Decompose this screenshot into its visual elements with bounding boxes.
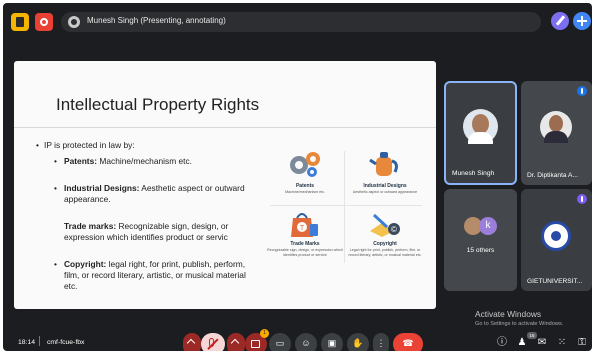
- activate-windows-subtitle: Go to Settings to activate Windows.: [475, 321, 564, 327]
- designs-card: Industrial Designs Aesthetic aspect or o…: [346, 147, 424, 203]
- emoji-button[interactable]: ☺: [295, 333, 317, 351]
- mic-toggle-button[interactable]: [201, 333, 225, 351]
- camera-toggle-button[interactable]: 1: [245, 329, 269, 351]
- clock: 18:14: [18, 339, 36, 346]
- hand-icon: ✋: [352, 338, 364, 348]
- designs-label: Industrial Designs: [363, 183, 407, 189]
- activate-windows-title: Activate Windows: [475, 309, 542, 319]
- shirt-shape: [468, 132, 493, 144]
- leave-call-button[interactable]: ☎: [393, 333, 423, 351]
- trademarks-card: T Trade Marks Recognizable sign, design,…: [266, 209, 344, 265]
- separator: [39, 336, 40, 346]
- book-copyright-icon: ©: [370, 213, 400, 237]
- panel-divider: [344, 151, 345, 263]
- captions-icon: ▭: [275, 338, 285, 348]
- presenter-icon: [68, 16, 80, 28]
- slide-title: Intellectual Property Rights: [56, 95, 260, 114]
- trademarks-sub: Recognizable sign, design, or expression…: [267, 248, 343, 257]
- ip-icons-panel: Patents Machine/mechanism etc. Industria…: [266, 147, 426, 267]
- more-vertical-icon: ⋮: [376, 338, 386, 348]
- hang-up-icon: ☎: [402, 338, 414, 348]
- participant-name: Munesh Singh: [452, 170, 495, 177]
- bullet-patents: Patents: Machine/mechanism etc.: [54, 156, 264, 167]
- hand-raised-icon: [577, 194, 587, 204]
- bullet-desc: Machine/mechanism etc.: [99, 156, 193, 166]
- designs-sub: Aesthetic aspect or outward appearance: [352, 190, 418, 194]
- participant-tile-others[interactable]: k 15 others: [444, 189, 517, 291]
- captions-button[interactable]: ▭: [269, 333, 291, 351]
- more-options-button[interactable]: ⋮: [373, 333, 389, 351]
- participant-tile-munesh[interactable]: Munesh Singh: [444, 81, 517, 185]
- patents-label: Patents: [295, 183, 315, 189]
- emoji-icon: ☺: [301, 338, 311, 348]
- suit-shape: [544, 131, 568, 143]
- svg-text:T: T: [300, 225, 305, 232]
- avatar-initial: k: [479, 217, 497, 235]
- copyright-sub: Legal right for print, publish, perform,…: [348, 248, 422, 257]
- patents-sub: Machine/mechanism etc.: [285, 190, 325, 194]
- meet-window: Munesh Singh (Presenting, annotating) In…: [3, 3, 592, 351]
- others-count: 15 others: [466, 247, 495, 254]
- svg-text:©: ©: [391, 225, 397, 234]
- add-icon[interactable]: [573, 12, 591, 30]
- chat-icon[interactable]: ✉: [535, 336, 549, 350]
- camera-off-icon: [251, 340, 260, 348]
- face-shape: [472, 114, 489, 134]
- hand-raised-icon: [577, 86, 587, 96]
- panel-divider: [270, 205, 422, 206]
- participant-tile-gietuniversity[interactable]: GIETUNIVERSIT...: [521, 189, 592, 291]
- shopping-bag-icon: T: [291, 213, 318, 237]
- copyright-label: Copyright: [373, 241, 397, 247]
- patents-card: Patents Machine/mechanism etc.: [266, 147, 344, 203]
- avatar: [463, 109, 498, 144]
- bullet-trademarks: Trade marks: Recognizable sign, design, …: [64, 221, 256, 245]
- meet-logo-icon: [11, 13, 29, 31]
- trademarks-label: Trade Marks: [290, 241, 320, 247]
- top-bar: Munesh Singh (Presenting, annotating): [3, 3, 592, 39]
- shared-slide: Intellectual Property Rights IP is prote…: [14, 61, 436, 309]
- activities-icon[interactable]: ⁙: [555, 336, 569, 350]
- presenting-label: Munesh Singh (Presenting, annotating): [87, 16, 226, 25]
- bullet-term: Industrial Designs:: [64, 183, 140, 193]
- gears-icon: [290, 152, 320, 177]
- presenting-banner[interactable]: Munesh Singh (Presenting, annotating): [61, 12, 541, 32]
- record-icon[interactable]: [35, 13, 53, 31]
- bullet-copyright: Copyright: legal right, for print, publi…: [54, 259, 259, 292]
- logo-core: [551, 231, 561, 241]
- avatar: [540, 111, 572, 143]
- bullet-term: Copyright:: [64, 259, 107, 269]
- kettle-icon: [369, 152, 398, 176]
- face-shape: [549, 115, 563, 132]
- slide-divider: [14, 127, 436, 128]
- bullet-term: Trade marks:: [64, 221, 117, 231]
- bullet-term: Patents:: [64, 156, 98, 166]
- present-icon: ▣: [327, 338, 337, 348]
- participant-name: GIETUNIVERSIT...: [527, 278, 583, 285]
- info-icon[interactable]: ⓘ: [495, 336, 509, 350]
- meeting-code: cmf-fcue-fbx: [47, 339, 85, 346]
- university-logo-icon: [541, 221, 571, 251]
- participant-tile-diptikanta[interactable]: Dr. Diptikanta A...: [521, 81, 592, 185]
- mic-options-button[interactable]: [183, 333, 201, 351]
- present-button[interactable]: ▣: [321, 333, 343, 351]
- slide-intro: IP is protected in law by:: [36, 140, 135, 150]
- people-icon[interactable]: ♟: [515, 336, 529, 350]
- chevron-up-icon: [186, 338, 196, 348]
- camera-options-button[interactable]: [227, 333, 245, 351]
- participant-name: Dr. Diptikanta A...: [527, 172, 578, 179]
- copyright-card: © Copyright Legal right for print, publi…: [346, 209, 424, 265]
- chevron-up-icon: [230, 338, 240, 348]
- pen-icon[interactable]: [551, 12, 569, 30]
- raise-hand-button[interactable]: ✋: [347, 333, 369, 351]
- host-controls-icon[interactable]: ⚿: [575, 336, 589, 350]
- camera-badge: 1: [260, 329, 269, 338]
- bullet-designs: Industrial Designs: Aesthetic aspect or …: [54, 183, 249, 205]
